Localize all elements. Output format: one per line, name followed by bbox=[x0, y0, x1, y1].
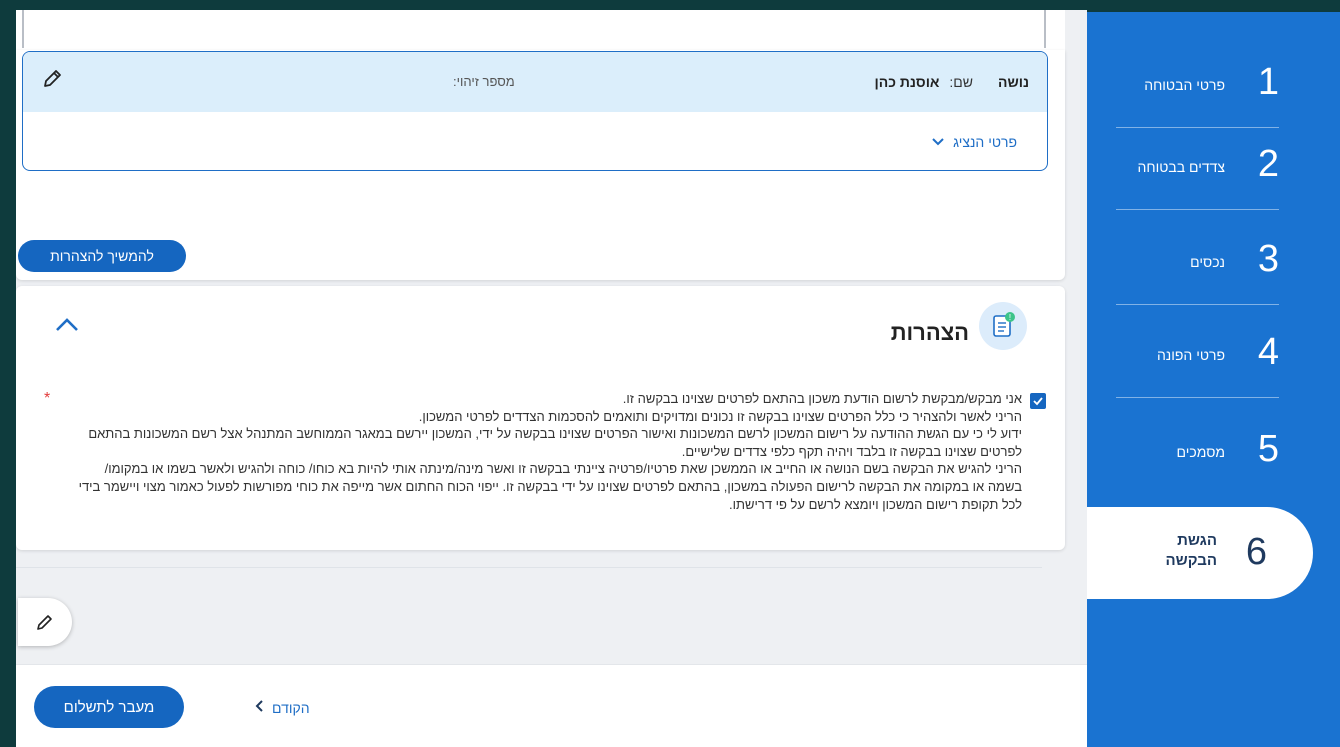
declarations-card: ! הצהרות * אני מבקש/מבקשת לרשום הודעת מש… bbox=[16, 286, 1065, 550]
step-label: פרטי הפונה bbox=[1156, 347, 1225, 363]
holder-box: נושה שם: אוסנת כהן מספר זיהוי: פרטי הנצי… bbox=[22, 51, 1048, 171]
previous-section-frame bbox=[22, 10, 1046, 48]
holder-role: נושה bbox=[998, 74, 1029, 90]
declaration-paragraph: הריני לאשר ולהצהיר כי כלל הפרטים שצוינו … bbox=[418, 408, 1022, 424]
step-label: נכסים bbox=[1190, 254, 1225, 270]
declaration-checkbox[interactable] bbox=[1030, 393, 1046, 409]
step-3[interactable]: 3 נכסים bbox=[1116, 224, 1279, 305]
step-label: מסמכים bbox=[1176, 444, 1225, 460]
declarations-title: הצהרות bbox=[890, 320, 969, 345]
step-number: 3 bbox=[1257, 238, 1279, 280]
check-icon bbox=[1033, 397, 1043, 406]
divider bbox=[16, 567, 1042, 568]
declarations-text: אני מבקש/מבקשת לרשום הודעת משכון בהתאם ל… bbox=[76, 390, 1022, 513]
declaration-paragraph: ידוע לי כי עם הגשת ההודעה על רישום המשכו… bbox=[88, 426, 1022, 459]
previous-link[interactable]: הקודם bbox=[254, 699, 310, 716]
declaration-paragraph: אני מבקש/מבקשת לרשום הודעת משכון בהתאם ל… bbox=[622, 391, 1022, 406]
step-2[interactable]: 2 צדדים בבטוחה bbox=[1116, 129, 1279, 210]
required-mark: * bbox=[44, 390, 51, 407]
step-6-active[interactable]: 6 הגשת הבקשה bbox=[1087, 507, 1313, 599]
previous-label: הקודם bbox=[272, 699, 310, 716]
step-number: 5 bbox=[1257, 428, 1279, 470]
holder-name-label: שם: bbox=[949, 74, 973, 90]
chevron-up-icon[interactable] bbox=[54, 316, 80, 334]
declarations-badge: ! bbox=[1009, 313, 1011, 322]
pencil-icon bbox=[37, 615, 52, 630]
step-label: פרטי הבטוחה bbox=[1144, 77, 1225, 93]
step-label: הגשת הבקשה bbox=[1165, 532, 1217, 569]
pencil-icon[interactable] bbox=[41, 68, 63, 90]
previous-section-bottom bbox=[16, 10, 1065, 51]
steps-sidebar: 1 פרטי הבטוחה 2 צדדים בבטוחה 3 נכסים 4 פ… bbox=[1087, 12, 1340, 747]
step-4[interactable]: 4 פרטי הפונה bbox=[1116, 317, 1279, 398]
chevron-down-icon bbox=[931, 134, 945, 150]
step-number: 1 bbox=[1257, 61, 1279, 103]
representative-toggle[interactable]: פרטי הנציג bbox=[931, 134, 1017, 150]
chevron-left-icon bbox=[254, 699, 264, 716]
representative-toggle-label: פרטי הנציג bbox=[953, 134, 1017, 150]
holder-row: נושה שם: אוסנת כהן מספר זיהוי: bbox=[23, 52, 1047, 112]
declaration-paragraph: הריני להגיש את הבקשה בשם הנושה או החייב … bbox=[78, 461, 1022, 512]
continue-declarations-button[interactable]: להמשיך להצהרות bbox=[18, 240, 186, 272]
step-1[interactable]: 1 פרטי הבטוחה bbox=[1116, 47, 1279, 128]
holder-name: שם: אוסנת כהן bbox=[875, 74, 973, 90]
parties-card: נושה שם: אוסנת כהן מספר זיהוי: פרטי הנצי… bbox=[16, 50, 1065, 280]
holder-name-value: אוסנת כהן bbox=[874, 74, 940, 90]
holder-id-label: מספר זיהוי: bbox=[453, 74, 515, 89]
step-5[interactable]: 5 מסמכים bbox=[1116, 414, 1279, 494]
step-number: 2 bbox=[1257, 143, 1279, 185]
step-label: צדדים בבטוחה bbox=[1137, 159, 1226, 175]
floating-edit-button[interactable] bbox=[18, 598, 72, 646]
main-content: נושה שם: אוסנת כהן מספר זיהוי: פרטי הנצי… bbox=[16, 10, 1087, 747]
step-number: 4 bbox=[1257, 331, 1279, 373]
footer-bar: מעבר לתשלום הקודם bbox=[16, 664, 1087, 747]
document-icon: ! bbox=[979, 302, 1027, 350]
step-number: 6 bbox=[1245, 531, 1267, 573]
go-to-payment-button[interactable]: מעבר לתשלום bbox=[34, 686, 184, 728]
